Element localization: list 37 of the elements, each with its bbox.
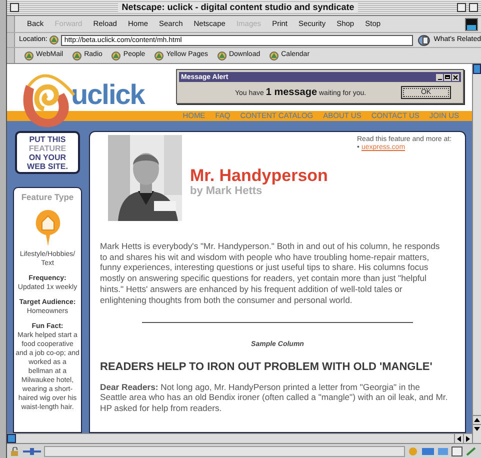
close-icon[interactable] <box>10 3 19 12</box>
bookmark-icon <box>24 50 34 60</box>
maximize-icon[interactable] <box>444 74 451 80</box>
bookmark-icon <box>72 50 82 60</box>
article-headline: READERS HELP TO IRON OUT PROBLEM WITH OLD 'MANGLE' <box>100 360 434 374</box>
bookmark-icon <box>269 50 280 60</box>
promo-line: WEB SITE. <box>27 162 68 170</box>
bookmark-icon[interactable] <box>49 35 60 45</box>
article-byline: by Mark Hetts <box>190 185 264 198</box>
toolbar-handle[interactable] <box>7 48 15 63</box>
sidebar-heading: Feature Type <box>21 191 74 204</box>
promo-line: PUT THIS <box>29 134 66 144</box>
house-pin-icon <box>34 208 60 247</box>
bookmark-icon <box>154 50 164 60</box>
zoom-icon[interactable] <box>457 3 466 12</box>
bookmark-icon <box>216 50 227 60</box>
intro-paragraph: Mark Hetts is everybody's "Mr. Handyperson." Both in and out of his column, he responds to and shares his wit and wisdom with people who have troubling home-repair matters, funny experiences, interesting questions or just useful tips to share. His columns focus mostly on answering specific questions for readers, yet contain more than just "helpful hints." Hetts' answers are enhanced by his frequent addition of well-told tales or enlightening thoughts from both the consumer and personal world. <box>100 241 441 306</box>
scroll-thumb[interactable] <box>7 434 16 443</box>
component-icons-drawing[interactable] <box>408 446 478 456</box>
lock-icon[interactable] <box>10 446 20 456</box>
promo-line: FEATURE <box>28 144 66 152</box>
toolbar-handle[interactable] <box>7 33 15 47</box>
related-icon[interactable] <box>418 34 432 46</box>
promo-badge[interactable]: PUT THIS FEATURE ON YOUR WEB SITE. <box>15 131 80 174</box>
toolbar-handle[interactable] <box>7 16 15 32</box>
close-icon[interactable] <box>452 74 459 80</box>
connection-icon[interactable] <box>23 446 41 456</box>
netscape-logo-icon[interactable] <box>465 18 478 30</box>
logo-text[interactable]: uclick <box>71 80 144 110</box>
bookmark-icon <box>111 50 122 60</box>
vertical-scrollbar[interactable] <box>472 64 481 443</box>
window-title: Netscape: uclick - digital content studio and syndicate <box>118 2 358 13</box>
promo-line: ON YOUR <box>28 152 66 162</box>
article-title: Mr. Handyperson <box>190 166 328 185</box>
collapse-icon[interactable] <box>469 3 478 12</box>
minimize-icon[interactable] <box>436 74 443 80</box>
body-paragraph: Dear Readers: Not long ago, Mr. HandyPerson printed a letter from "Georgia" in the Seattle area who has an old Bendix ironer (often called a "mangle") with an oil leak, and Mr. HP asked for help from readers. <box>100 382 449 414</box>
